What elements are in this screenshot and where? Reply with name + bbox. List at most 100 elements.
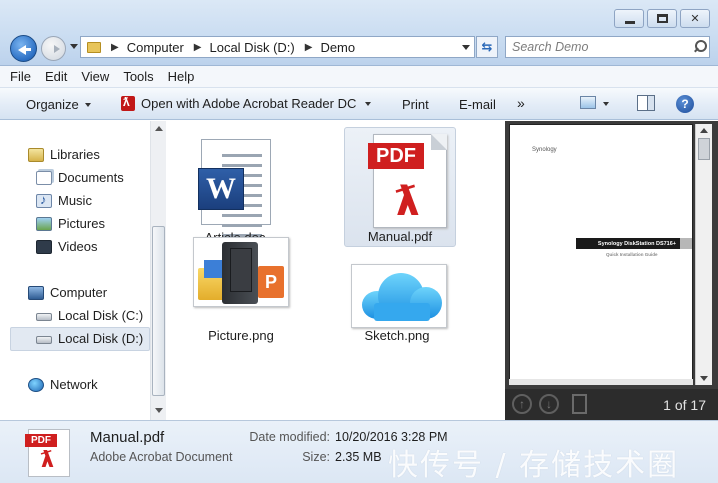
- nav-item-pictures[interactable]: Pictures: [36, 216, 105, 231]
- pictures-icon: [36, 216, 52, 231]
- organize-label: Organize: [26, 97, 79, 112]
- maximize-button[interactable]: [647, 9, 677, 28]
- file-name: Picture.png: [208, 328, 274, 343]
- menu-tools[interactable]: Tools: [123, 69, 153, 84]
- menu-help[interactable]: Help: [168, 69, 195, 84]
- menu-file[interactable]: File: [10, 69, 31, 84]
- forward-button[interactable]: [41, 36, 66, 61]
- email-label: E-mail: [459, 97, 496, 112]
- chevron-right-icon: ▶: [304, 41, 313, 53]
- nav-item-libraries[interactable]: Libraries: [28, 147, 100, 162]
- nav-label: Pictures: [58, 216, 105, 231]
- refresh-icon: ⇆: [481, 39, 493, 54]
- size-value: 2.35 MB: [335, 450, 382, 464]
- previous-page-icon[interactable]: ↑: [512, 394, 532, 414]
- file-item-picture[interactable]: P Picture.png: [167, 229, 315, 349]
- nav-item-local-disk-c[interactable]: Local Disk (C:): [36, 308, 143, 323]
- preview-subtitle: Quick Installation Guide: [606, 252, 658, 257]
- file-list: W Article.doc PDF ƛ Manual.pdf P Picture…: [167, 121, 505, 420]
- nav-item-videos[interactable]: Videos: [36, 239, 98, 254]
- search-input[interactable]: [506, 40, 691, 54]
- drive-icon: [36, 336, 52, 344]
- refresh-button[interactable]: ⇆: [476, 36, 498, 58]
- chevron-down-icon: [84, 102, 91, 107]
- nav-label: Network: [50, 377, 98, 392]
- videos-icon: [36, 239, 52, 254]
- nav-label: Local Disk (C:): [58, 308, 144, 323]
- address-bar[interactable]: ▶ Computer ▶ Local Disk (D:) ▶ Demo: [80, 36, 475, 58]
- command-bar: Organize Open with Adobe Acrobat Reader …: [0, 88, 718, 120]
- breadcrumb-computer[interactable]: Computer: [127, 40, 184, 55]
- chevron-right-icon: ▶: [111, 41, 119, 53]
- scroll-up-icon[interactable]: [155, 126, 163, 131]
- pdf-icon: PDF ƛ: [368, 134, 447, 228]
- organize-button[interactable]: Organize: [26, 97, 91, 112]
- nav-item-documents[interactable]: Documents: [36, 170, 124, 185]
- nav-scrollbar[interactable]: [150, 121, 166, 420]
- preview-horizontal-scrollbar[interactable]: [509, 379, 693, 385]
- change-view-icon[interactable]: [580, 96, 596, 109]
- breadcrumb-demo[interactable]: Demo: [320, 40, 355, 55]
- breadcrumb-local-disk-d[interactable]: Local Disk (D:): [209, 40, 294, 55]
- scroll-down-icon[interactable]: [700, 376, 708, 381]
- menu-view[interactable]: View: [81, 69, 109, 84]
- network-icon: [28, 377, 44, 392]
- next-page-icon[interactable]: ↓: [539, 394, 559, 414]
- acrobat-icon: [121, 95, 135, 111]
- documents-icon: [36, 170, 52, 185]
- computer-icon: [28, 285, 44, 300]
- nav-label: Music: [58, 193, 92, 208]
- nav-item-local-disk-d[interactable]: Local Disk (D:): [36, 331, 143, 346]
- music-icon: [36, 192, 52, 208]
- picture-thumbnail: P: [193, 237, 289, 307]
- preview-toolbar: ↑ ↓ 1 of 17: [505, 389, 718, 420]
- minimize-button[interactable]: [614, 9, 644, 28]
- recent-pages-dropdown[interactable]: [70, 44, 78, 49]
- menu-bar: File Edit View Tools Help: [0, 66, 718, 88]
- nav-item-music[interactable]: Music: [36, 192, 92, 208]
- navigation-pane: [0, 121, 166, 420]
- chevron-down-icon: [365, 101, 372, 106]
- search-box[interactable]: [505, 36, 710, 58]
- window-controls: ✕: [614, 9, 710, 28]
- scroll-down-icon[interactable]: [155, 408, 163, 413]
- preview-pane-toggle-icon[interactable]: [637, 95, 655, 111]
- document-icon[interactable]: [572, 394, 587, 414]
- preview-logo: Synology: [532, 147, 557, 153]
- nav-label: Local Disk (D:): [58, 331, 144, 346]
- scrollbar-thumb[interactable]: [152, 226, 165, 396]
- search-icon[interactable]: [691, 38, 709, 56]
- nav-item-computer[interactable]: Computer: [28, 285, 107, 300]
- libraries-icon: [28, 147, 44, 162]
- scroll-up-icon[interactable]: [700, 128, 708, 133]
- pdf-icon: PDF ƛ: [25, 429, 70, 477]
- preview-page: Synology Synology DiskStation DS716+ Qui…: [509, 124, 693, 385]
- address-dropdown-icon[interactable]: [462, 45, 470, 50]
- details-file-type: Adobe Acrobat Document: [90, 450, 233, 464]
- nav-label: Videos: [58, 239, 98, 254]
- chevron-right-icon: ▶: [193, 41, 202, 53]
- nav-item-network[interactable]: Network: [28, 377, 98, 392]
- menu-edit[interactable]: Edit: [45, 69, 67, 84]
- more-label: »: [517, 95, 525, 111]
- scrollbar-thumb[interactable]: [698, 138, 710, 160]
- size-label: Size:: [302, 450, 330, 464]
- preview-title: Synology DiskStation DS716+: [576, 238, 692, 249]
- word-doc-icon: W: [198, 139, 271, 237]
- print-button[interactable]: Print: [402, 97, 429, 112]
- view-options-dropdown[interactable]: [603, 102, 609, 106]
- details-file-name: Manual.pdf: [90, 429, 165, 446]
- nav-label: Libraries: [50, 147, 100, 162]
- preview-vertical-scrollbar[interactable]: [695, 124, 712, 385]
- close-button[interactable]: ✕: [680, 9, 710, 28]
- drive-icon: [36, 313, 52, 321]
- open-with-button[interactable]: Open with Adobe Acrobat Reader DC: [121, 95, 372, 111]
- back-button[interactable]: [10, 35, 37, 62]
- minimize-icon: [625, 21, 635, 24]
- open-with-label: Open with Adobe Acrobat Reader DC: [141, 96, 357, 111]
- help-icon[interactable]: ?: [676, 95, 694, 113]
- page-indicator: 1 of 17: [663, 397, 706, 413]
- email-button[interactable]: E-mail: [459, 97, 496, 112]
- maximize-icon: [657, 14, 668, 23]
- more-commands-button[interactable]: »: [517, 95, 525, 111]
